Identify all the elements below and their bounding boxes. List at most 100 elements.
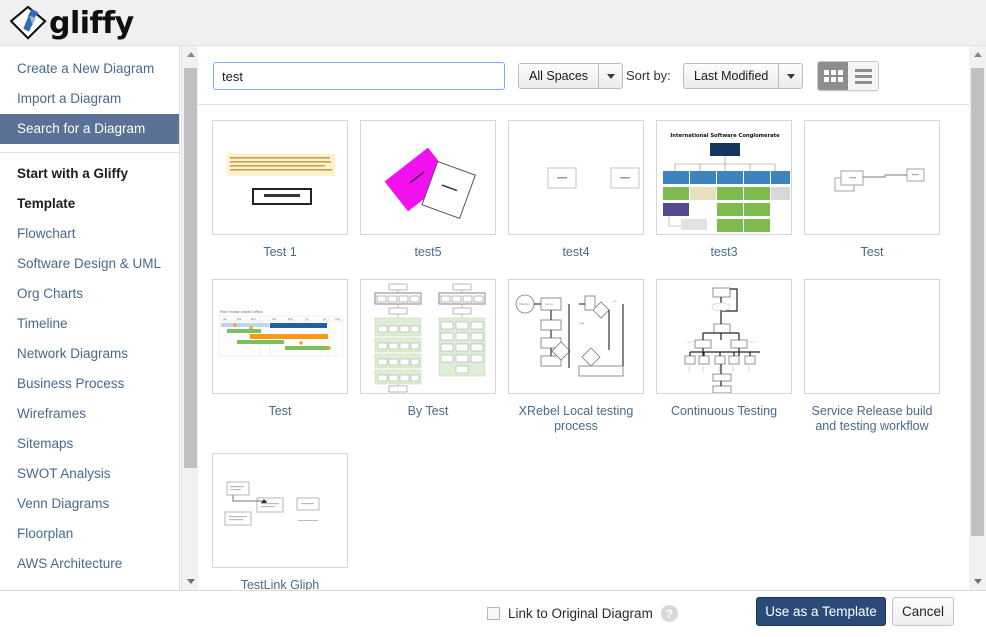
result-item-test[interactable]: Test: [798, 115, 946, 260]
sidebar-item-wireframes[interactable]: Wireframes: [0, 399, 179, 429]
result-item-service-release-build-and-testing-workflow[interactable]: Service Release build and testing workfl…: [798, 274, 946, 434]
scroll-up-arrow-icon[interactable]: [969, 46, 986, 63]
sidebar-item-business-process[interactable]: Business Process: [0, 369, 179, 399]
sidebar-item-venn-diagrams[interactable]: Venn Diagrams: [0, 489, 179, 519]
thumbnail-title: TestLink Gliph: [240, 578, 320, 590]
spaces-filter-dropdown[interactable]: All Spaces: [518, 63, 624, 89]
sidebar-item-label: Wireframes: [17, 406, 87, 421]
result-item-test5[interactable]: test5: [354, 115, 502, 260]
sidebar-item-label: Sitemaps: [17, 436, 74, 451]
sidebar-item-timeline[interactable]: Timeline: [0, 309, 179, 339]
sidebar-item-floorplan[interactable]: Floorplan: [0, 519, 179, 549]
thumbnail: [508, 120, 644, 235]
thumb-two-boxes-connector-icon: [834, 168, 925, 192]
sidebar-item-import-a-diagram[interactable]: Import a Diagram: [0, 84, 179, 114]
spaces-filter-chevron-down-icon[interactable]: [599, 63, 624, 89]
sidebar-heading-line2: Template: [17, 196, 76, 211]
scroll-up-arrow-icon[interactable]: [182, 46, 199, 63]
list-view-icon: [854, 68, 872, 84]
help-icon[interactable]: ?: [660, 605, 678, 622]
thumb-magenta-rotated-shapes-icon: [384, 147, 476, 220]
sidebar-item-label: Business Process: [17, 376, 125, 391]
sidebar-scroll-thumb[interactable]: [184, 68, 197, 468]
sidebar-item-label: Flowchart: [17, 226, 76, 241]
sidebar-item-label: Search for a Diagram: [17, 121, 146, 136]
thumbnail-title: Service Release build and testing workfl…: [811, 404, 933, 433]
results-grid: Test 1 test5 test4 International Softwar…: [198, 105, 969, 590]
sidebar: Create a New Diagram Import a Diagram Se…: [0, 46, 180, 590]
sidebar-item-label: Software Design & UML: [17, 256, 162, 271]
results-scroll-thumb[interactable]: [971, 68, 984, 536]
sidebar-item-create-a-new-diagram[interactable]: Create a New Diagram: [0, 54, 179, 84]
results-row: Plan review project office Jan Feb Mar Apr…: [206, 274, 969, 434]
thumbnail-title: XRebel Local testing process: [518, 404, 634, 433]
sidebar-divider: [0, 152, 179, 153]
thumbnail-title: By Test: [407, 404, 449, 418]
thumbnail-title: Test: [860, 245, 884, 259]
result-item-test-timeline[interactable]: Plan review project office Jan Feb Mar Apr…: [206, 274, 354, 434]
link-to-original-diagram-row: Link to Original Diagram ?: [487, 605, 678, 622]
thumbnail-title: Continuous Testing: [670, 404, 778, 418]
sort-by-value[interactable]: Last Modified: [683, 63, 780, 89]
sidebar-scrollbar[interactable]: [181, 46, 198, 590]
thumbnail-title: Test 1: [263, 245, 297, 259]
thumb-green-process-flow-icon: [374, 283, 486, 393]
svg-text:Jun: Jun: [304, 317, 309, 321]
thumb-testlink-boxes-icon: [224, 481, 320, 526]
sidebar-item-network-diagrams[interactable]: Network Diagrams: [0, 339, 179, 369]
sidebar-item-sitemaps[interactable]: Sitemaps: [0, 429, 179, 459]
result-item-test4[interactable]: test4: [502, 115, 650, 260]
svg-text:Jul: Jul: [322, 317, 326, 321]
thumbnail-title: test5: [414, 245, 442, 259]
sidebar-item-search-for-a-diagram[interactable]: Search for a Diagram: [0, 114, 179, 144]
thumbnail: Plan review project office Jan Feb Mar Apr…: [212, 279, 348, 394]
thumb-tree-flowchart-icon: [684, 287, 760, 393]
scroll-down-arrow-icon[interactable]: [182, 573, 199, 590]
svg-text:International Software Conglom: International Software Conglomerate: [670, 133, 780, 139]
sidebar-actions: Create a New Diagram Import a Diagram Se…: [0, 46, 179, 579]
gliffy-logo[interactable]: gliffy: [10, 6, 134, 42]
svg-text:Jan: Jan: [222, 317, 227, 321]
sidebar-item-flowchart[interactable]: Flowchart: [0, 219, 179, 249]
result-item-testlink-gliph[interactable]: TestLink Gliph: [206, 448, 354, 590]
sidebar-item-software-design-uml[interactable]: Software Design & UML: [0, 249, 179, 279]
gliffy-logo-text: gliffy: [49, 6, 134, 41]
sort-by-chevron-down-icon[interactable]: [779, 63, 804, 89]
thumbnail: [360, 279, 496, 394]
svg-text:XRebel: XRebel: [519, 302, 530, 306]
result-item-by-test[interactable]: By Test: [354, 274, 502, 434]
sort-by-dropdown[interactable]: Last Modified: [683, 63, 804, 89]
sidebar-item-aws-architecture[interactable]: AWS Architecture: [0, 549, 179, 579]
sidebar-item-org-charts[interactable]: Org Charts: [0, 279, 179, 309]
result-item-continuous-testing[interactable]: Continuous Testing: [650, 274, 798, 434]
sidebar-item-label: Import a Diagram: [17, 91, 122, 106]
thumbnail: [804, 120, 940, 235]
grid-view-button[interactable]: [818, 62, 848, 90]
thumbnail: [212, 453, 348, 568]
sidebar-item-label: Org Charts: [17, 286, 84, 301]
results-row: TestLink Gliph: [206, 448, 969, 590]
sidebar-item-label: Network Diagrams: [17, 346, 129, 361]
link-to-original-diagram-checkbox[interactable]: [487, 607, 500, 620]
result-item-xrebel-local-testing-process[interactable]: XRebel serve no yes XRebel Local testing pr…: [502, 274, 650, 434]
cancel-button[interactable]: Cancel: [892, 597, 954, 626]
thumb-main-topic-note-icon: [227, 154, 335, 205]
use-as-a-template-button[interactable]: Use as a Template: [756, 597, 886, 626]
grid-view-icon: [823, 70, 843, 82]
thumb-network-flow-diagram-icon: XRebel serve no yes: [515, 294, 624, 377]
result-item-test-1[interactable]: Test 1: [206, 115, 354, 260]
view-mode-toggle: [817, 61, 879, 91]
spaces-filter-label[interactable]: All Spaces: [518, 63, 600, 89]
scroll-down-arrow-icon[interactable]: [969, 573, 986, 590]
thumbnail: [212, 120, 348, 235]
svg-text:Aug: Aug: [335, 317, 340, 321]
list-view-button[interactable]: [848, 62, 878, 90]
results-scrollbar[interactable]: [969, 46, 986, 590]
svg-text:serve: serve: [545, 302, 553, 306]
sidebar-item-label: SWOT Analysis: [17, 466, 111, 481]
search-input[interactable]: [213, 62, 505, 90]
thumbnail: [360, 120, 496, 235]
result-item-test3[interactable]: International Software Conglomerate test…: [650, 115, 798, 260]
sidebar-item-label: Venn Diagrams: [17, 496, 110, 511]
sidebar-item-swot-analysis[interactable]: SWOT Analysis: [0, 459, 179, 489]
